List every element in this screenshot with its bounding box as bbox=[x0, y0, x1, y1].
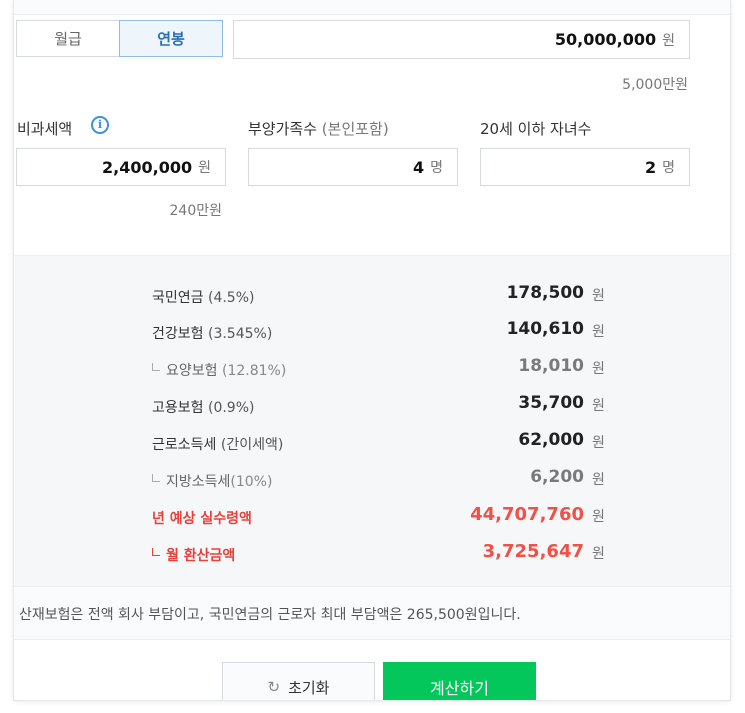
salary-input[interactable]: 50,000,000 원 bbox=[233, 20, 690, 59]
sub-corner-icon bbox=[152, 474, 160, 482]
result-label: 요양보험 (12.81%) bbox=[152, 360, 286, 380]
dependents-label: 부양가족수 (본인포함) bbox=[248, 118, 389, 139]
reload-icon: ↻ bbox=[267, 678, 281, 696]
result-label-text: 요양보험 bbox=[166, 363, 218, 379]
info-icon[interactable]: i bbox=[91, 116, 109, 134]
notice-bar: 산재보험은 전액 회사 부담이고, 국민연금의 근로자 최대 부담액은 265,… bbox=[14, 586, 730, 640]
result-label-text: 건강보험 bbox=[152, 326, 204, 342]
result-amount: 62,000 bbox=[518, 430, 584, 450]
dependents-unit: 명 bbox=[430, 160, 443, 176]
result-unit: 원 bbox=[592, 509, 605, 525]
reset-button[interactable]: ↻ 초기화 bbox=[222, 662, 375, 700]
salary-calculator-card: 월급 연봉 50,000,000 원 5,000만원 비과세액 i 2,400,… bbox=[14, 0, 730, 700]
result-amount: 178,500 bbox=[506, 283, 584, 303]
result-label-text: 고용보험 bbox=[152, 400, 204, 416]
sub-corner-icon bbox=[152, 363, 160, 371]
result-unit: 원 bbox=[592, 472, 605, 488]
result-rate: (12.81%) bbox=[221, 363, 287, 379]
results-panel: 국민연금 (4.5%) 178,500 원 건강보험 (3.545%) 140,… bbox=[14, 255, 730, 586]
period-tabs: 월급 연봉 bbox=[16, 20, 223, 57]
result-unit: 원 bbox=[592, 361, 605, 377]
result-label: 고용보험 (0.9%) bbox=[152, 397, 254, 417]
calculate-label: 계산하기 bbox=[430, 679, 489, 698]
result-label: 지방소득세(10%) bbox=[152, 471, 272, 491]
result-rate: (3.545%) bbox=[207, 326, 273, 342]
children-unit: 명 bbox=[662, 160, 675, 176]
salary-value: 50,000,000 bbox=[554, 30, 657, 49]
result-label: 월 환산금액 bbox=[152, 545, 235, 565]
result-unit: 원 bbox=[592, 398, 605, 414]
result-row-care: 요양보험 (12.81%) 18,010 원 bbox=[14, 356, 730, 380]
sub-corner-icon bbox=[152, 548, 160, 556]
dependents-input[interactable]: 4 명 bbox=[248, 148, 458, 186]
result-rate: (간이세액) bbox=[220, 437, 284, 453]
result-unit: 원 bbox=[592, 435, 605, 451]
result-unit: 원 bbox=[592, 288, 605, 304]
dependents-label-text: 부양가족수 bbox=[248, 120, 318, 138]
nontax-value: 2,400,000 bbox=[102, 157, 193, 177]
children-input[interactable]: 2 명 bbox=[480, 148, 690, 186]
result-rate: (0.9%) bbox=[207, 400, 255, 416]
result-amount: 3,725,647 bbox=[482, 541, 584, 562]
nontax-hint: 240만원 bbox=[169, 203, 222, 219]
result-label: 년 예상 실수령액 bbox=[152, 511, 252, 527]
result-row-local-tax: 지방소득세(10%) 6,200 원 bbox=[14, 467, 730, 491]
top-strip bbox=[14, 0, 730, 15]
calculate-button[interactable]: 계산하기 bbox=[383, 662, 536, 700]
salary-unit: 원 bbox=[662, 32, 675, 49]
result-label-text: 지방소득세 bbox=[166, 474, 231, 490]
result-amount: 18,010 bbox=[518, 356, 584, 376]
tab-annual[interactable]: 연봉 bbox=[119, 20, 223, 57]
result-label: 국민연금 (4.5%) bbox=[152, 287, 254, 307]
result-label: 근로소득세 (간이세액) bbox=[152, 434, 283, 454]
result-amount: 140,610 bbox=[506, 319, 584, 339]
notice-text: 산재보험은 전액 회사 부담이고, 국민연금의 근로자 최대 부담액은 265,… bbox=[19, 607, 521, 623]
result-amount: 44,707,760 bbox=[470, 504, 584, 525]
result-label: 건강보험 (3.545%) bbox=[152, 323, 272, 343]
result-label-text: 월 환산금액 bbox=[166, 548, 236, 564]
result-row-monthly-net: 월 환산금액 3,725,647 원 bbox=[14, 541, 730, 565]
result-unit: 원 bbox=[592, 546, 605, 562]
tab-monthly[interactable]: 월급 bbox=[16, 20, 120, 57]
nontax-input[interactable]: 2,400,000 원 bbox=[16, 148, 226, 186]
result-label-text: 근로소득세 bbox=[152, 437, 217, 453]
result-rate: (10%) bbox=[230, 474, 273, 490]
result-rate: (4.5%) bbox=[207, 290, 255, 306]
result-unit: 원 bbox=[592, 324, 605, 340]
dependents-label-sub: (본인포함) bbox=[321, 120, 389, 138]
nontax-unit: 원 bbox=[198, 160, 211, 176]
children-label: 20세 이하 자녀수 bbox=[480, 120, 592, 138]
nontax-label: 비과세액 bbox=[17, 120, 73, 138]
reset-label: 초기화 bbox=[288, 678, 330, 697]
children-value: 2 bbox=[644, 157, 657, 177]
salary-hint: 5,000만원 bbox=[622, 77, 688, 93]
result-label-text: 국민연금 bbox=[152, 290, 204, 306]
result-amount: 35,700 bbox=[518, 393, 584, 413]
dependents-value: 4 bbox=[412, 157, 425, 177]
result-row-health: 건강보험 (3.545%) 140,610 원 bbox=[14, 319, 730, 343]
result-row-income-tax: 근로소득세 (간이세액) 62,000 원 bbox=[14, 430, 730, 454]
result-row-annual-net: 년 예상 실수령액 44,707,760 원 bbox=[14, 504, 730, 528]
result-amount: 6,200 bbox=[530, 467, 584, 487]
result-row-pension: 국민연금 (4.5%) 178,500 원 bbox=[14, 283, 730, 307]
result-row-employment: 고용보험 (0.9%) 35,700 원 bbox=[14, 393, 730, 417]
